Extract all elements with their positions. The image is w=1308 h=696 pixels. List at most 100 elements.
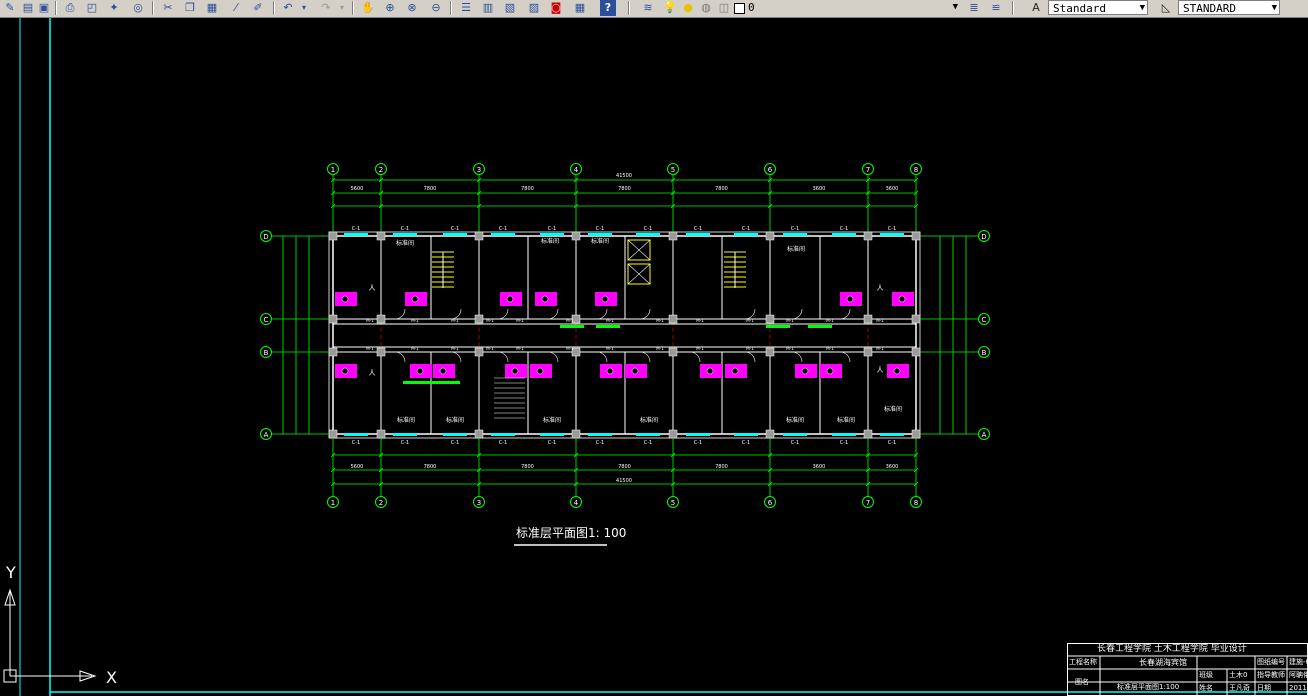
open-icon[interactable]: ✎ — [2, 0, 18, 16]
date-label: 日期 — [1257, 684, 1271, 692]
door-label: M-1 — [656, 318, 664, 323]
column — [376, 429, 386, 439]
window-label: C-1 — [499, 440, 507, 446]
bay-dimension: 3600 — [886, 464, 899, 470]
layer-freeze-icon[interactable]: ● — [680, 0, 696, 16]
cut-icon[interactable]: ✂ — [160, 0, 176, 16]
door-label: M-1 — [656, 346, 664, 351]
matchprop-icon[interactable]: ⁄ — [228, 0, 244, 16]
textstyle-combo[interactable]: Standard ▼ — [1048, 0, 1148, 15]
window-label: C-1 — [548, 440, 556, 446]
axis-label: 3 — [477, 499, 481, 507]
layer-on-icon[interactable]: 💡 — [662, 0, 678, 16]
toilet-fixture — [631, 367, 639, 375]
column — [668, 347, 678, 357]
column — [474, 231, 484, 241]
layer-combo[interactable]: 0 ▼ — [734, 0, 960, 15]
door-label: M-1 — [486, 346, 494, 351]
markup-icon[interactable]: ◙ — [548, 0, 564, 16]
zoom-previous-icon[interactable]: ⊖ — [428, 0, 444, 16]
preview-icon[interactable]: ◰ — [84, 0, 100, 16]
corridor-window — [808, 325, 832, 328]
calculator-icon[interactable]: ▦ — [572, 0, 588, 16]
designcenter-icon[interactable]: ▥ — [480, 0, 496, 16]
door-label: M-1 — [746, 318, 754, 323]
window — [443, 233, 467, 236]
window — [832, 233, 856, 236]
copy-icon[interactable]: ❐ — [182, 0, 198, 16]
dimstyle-value: STANDARD — [1183, 2, 1236, 15]
window-label: C-1 — [791, 440, 799, 446]
axis-label: C — [982, 316, 987, 324]
column — [863, 347, 873, 357]
project-label: 工程名称 — [1069, 658, 1097, 666]
open-folder-icon[interactable]: ▤ — [20, 0, 36, 16]
drawing-canvas[interactable]: C-1 C-1 C-1 C-1 C-1 C-1 C-1 C-1 C-1 C-1 C-1 C-1 C-1 C… — [0, 18, 1308, 696]
axis-label: 1 — [331, 499, 335, 507]
window-label: C-1 — [840, 226, 848, 232]
zoom-realtime-icon[interactable]: ⊕ — [382, 0, 398, 16]
door-label: M-1 — [606, 318, 614, 323]
redo-icon[interactable]: ↷ — [318, 0, 334, 16]
student-value: 王凡奇 — [1229, 684, 1250, 692]
redo-dropdown-icon[interactable]: ▾ — [334, 0, 350, 16]
zoom-window-icon[interactable]: ⊗ — [404, 0, 420, 16]
window-label: C-1 — [840, 440, 848, 446]
bay-dimension: 3600 — [813, 464, 826, 470]
axis-label: 8 — [914, 166, 918, 174]
axis-label: 8 — [914, 499, 918, 507]
column — [863, 231, 873, 241]
window — [540, 433, 564, 436]
toilet-fixture — [606, 367, 614, 375]
column — [474, 314, 484, 324]
bay-dimension: 7800 — [715, 186, 728, 192]
publish-icon[interactable]: ✦ — [106, 0, 122, 16]
save-icon[interactable]: ▣ — [36, 0, 52, 16]
blockedit-icon[interactable]: ✐ — [250, 0, 266, 16]
dimstyle-icon[interactable]: ◺ — [1158, 0, 1174, 16]
layer-lock-icon[interactable]: ◍ — [698, 0, 714, 16]
help-icon[interactable]: ? — [600, 0, 616, 16]
door-label: M-1 — [411, 346, 419, 351]
toilet-fixture — [341, 367, 349, 375]
corridor-window — [766, 325, 790, 328]
axis-label: D — [981, 233, 986, 241]
window — [344, 433, 368, 436]
axis-label: 4 — [574, 499, 579, 507]
window — [880, 233, 904, 236]
bay-dimension: 7800 — [618, 186, 631, 192]
room-label: 标准间 — [397, 416, 415, 424]
plot-icon[interactable]: ◎ — [130, 0, 146, 16]
sheetset-icon[interactable]: ▨ — [526, 0, 542, 16]
window — [588, 433, 612, 436]
toolpalette-icon[interactable]: ▧ — [502, 0, 518, 16]
column — [765, 429, 775, 439]
door-label: M-1 — [606, 346, 614, 351]
layer-plot-icon[interactable]: ◫ — [716, 0, 732, 16]
column — [863, 429, 873, 439]
layer-manager-icon[interactable]: ≋ — [640, 0, 656, 16]
room-label: 标准间 — [396, 239, 414, 247]
window-label: C-1 — [451, 226, 459, 232]
layer-previous-icon[interactable]: ≌ — [988, 0, 1004, 16]
window — [636, 433, 660, 436]
bay-dimension: 7800 — [521, 186, 534, 192]
pan-icon[interactable]: ✋ — [360, 0, 376, 16]
print-icon[interactable]: ⎙ — [62, 0, 78, 16]
window-label: C-1 — [742, 226, 750, 232]
bay-dimension: 3600 — [813, 186, 826, 192]
properties-icon[interactable]: ☰ — [458, 0, 474, 16]
undo-icon[interactable]: ↶ — [280, 0, 296, 16]
undo-dropdown-icon[interactable]: ▾ — [296, 0, 312, 16]
textstyle-icon[interactable]: A — [1028, 0, 1044, 16]
dimstyle-combo[interactable]: STANDARD ▼ — [1178, 0, 1280, 15]
chevron-down-icon: ▼ — [952, 2, 958, 12]
paste-icon[interactable]: ▦ — [204, 0, 220, 16]
toilet-fixture — [898, 295, 906, 303]
make-current-icon[interactable]: ≣ — [966, 0, 982, 16]
window-label: C-1 — [352, 440, 360, 446]
column — [571, 429, 581, 439]
window — [734, 233, 758, 236]
column — [328, 231, 338, 241]
class-value: 土木0 — [1229, 671, 1248, 679]
